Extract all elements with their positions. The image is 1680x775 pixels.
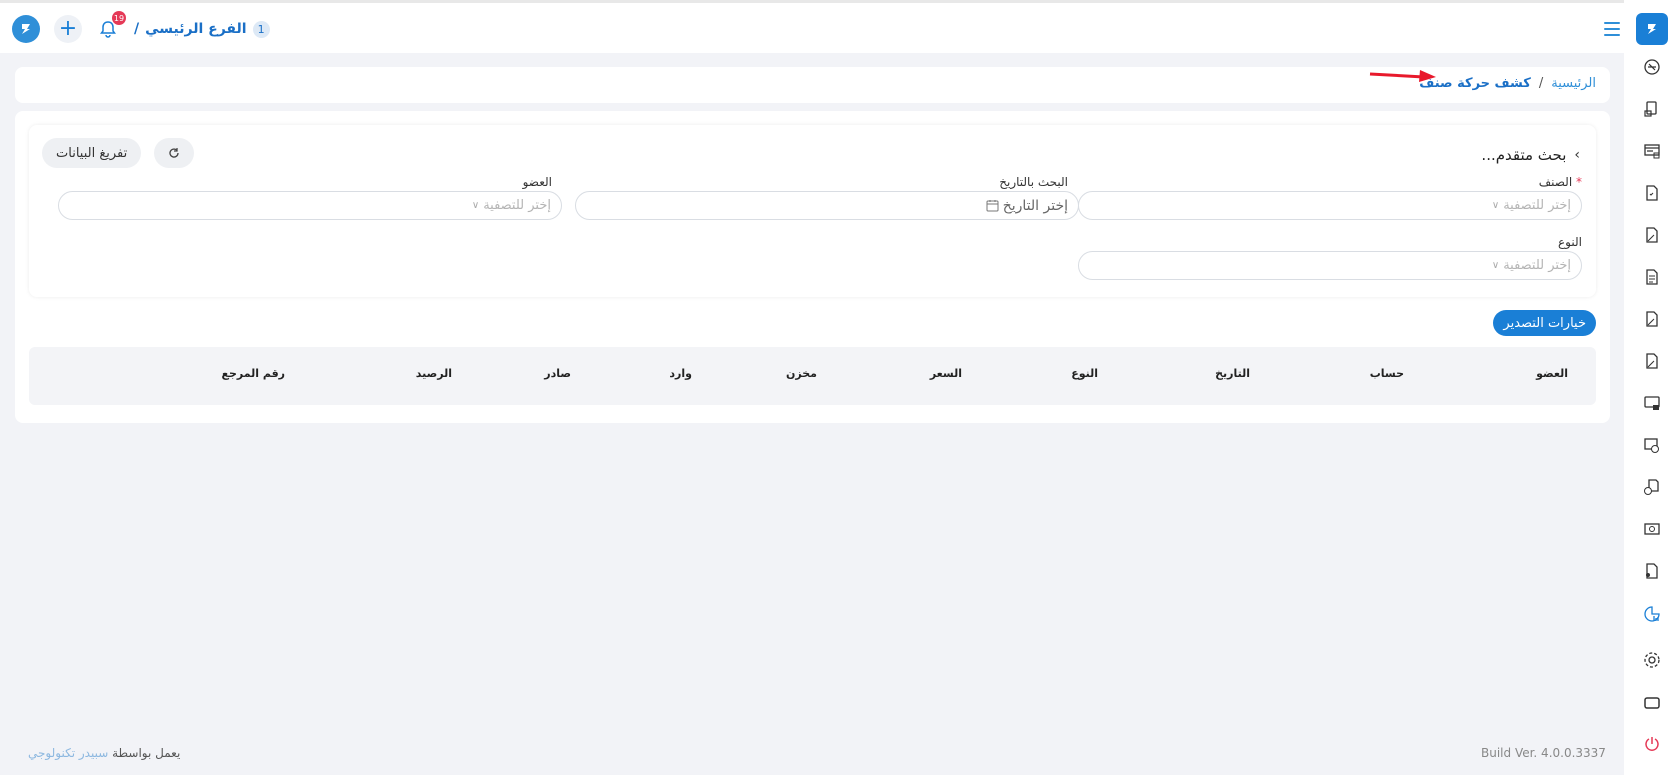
chevron-left-icon: ›	[1574, 147, 1580, 163]
chart-icon[interactable]	[1642, 604, 1662, 624]
date-picker-placeholder: إختر التاريخ	[1002, 197, 1068, 214]
sidebar-logo[interactable]	[1636, 13, 1668, 45]
item-select-placeholder: إختر للتصفية	[1503, 198, 1571, 213]
column-header-type[interactable]: النوع	[1071, 367, 1098, 380]
column-header-store[interactable]: مخزن	[786, 367, 817, 380]
annotation-arrow	[1369, 70, 1436, 82]
breadcrumb-home-link[interactable]: الرئيسية	[1551, 76, 1596, 91]
dashboard-icon[interactable]	[1642, 57, 1662, 77]
column-header-member[interactable]: العضو	[1536, 367, 1568, 380]
add-button[interactable]: +	[54, 15, 82, 43]
money-add-icon[interactable]	[1642, 435, 1662, 455]
branch-separator: /	[134, 21, 140, 37]
settings-icon[interactable]	[1642, 650, 1662, 670]
advanced-search-title: بحث متقدم...	[1481, 146, 1567, 164]
type-field-label: النوع	[1558, 235, 1582, 249]
build-version: Build Ver. 4.0.0.3337	[1481, 746, 1606, 760]
column-header-reference[interactable]: رقم المرجع	[221, 367, 285, 380]
refresh-icon	[169, 148, 179, 158]
top-bar: + 19 1 الفرع الرئيسي /	[0, 0, 1680, 53]
menu-toggle-icon[interactable]	[1604, 22, 1620, 36]
power-icon[interactable]	[1642, 734, 1662, 754]
member-select[interactable]: إختر للتصفية ∨	[58, 191, 562, 220]
required-marker: *	[1576, 175, 1582, 189]
document-icon[interactable]	[1642, 183, 1662, 203]
cash-icon[interactable]	[1642, 519, 1662, 539]
date-field-label: البحث بالتاريخ	[999, 175, 1068, 189]
add-document-icon[interactable]	[1642, 477, 1662, 497]
app-logo[interactable]	[12, 15, 40, 43]
chevron-down-icon: ∨	[1491, 200, 1500, 211]
chevron-down-icon: ∨	[471, 200, 480, 211]
main-content-card: › بحث متقدم... تفريغ البيانات * الصنف إخ…	[15, 111, 1610, 423]
branch-selector[interactable]: 1 الفرع الرئيسي /	[134, 20, 270, 38]
column-header-date[interactable]: التاريخ	[1215, 367, 1250, 380]
screen-icon[interactable]	[1642, 393, 1662, 413]
edit-document-icon[interactable]	[1642, 225, 1662, 245]
edit-document-icon[interactable]	[1642, 309, 1662, 329]
export-options-button[interactable]: خيارات التصدير	[1493, 310, 1596, 336]
member-field-label: العضو	[522, 175, 552, 189]
type-select-placeholder: إختر للتصفية	[1503, 258, 1571, 273]
advanced-search-toggle[interactable]: › بحث متقدم...	[1481, 146, 1580, 164]
window-icon[interactable]	[1642, 693, 1662, 713]
column-header-price[interactable]: السعر	[930, 367, 962, 380]
item-field-label: * الصنف	[1539, 175, 1582, 189]
item-select[interactable]: إختر للتصفية ∨	[1078, 191, 1582, 220]
calendar-icon	[986, 200, 999, 212]
pos-icon[interactable]	[1642, 141, 1662, 161]
sidebar	[1624, 0, 1680, 775]
column-header-account[interactable]: حساب	[1370, 367, 1404, 380]
breadcrumb: الرئيسية / كشف حركة صنف	[1419, 76, 1596, 91]
invoice-icon[interactable]	[1642, 99, 1662, 119]
branch-name: الفرع الرئيسي	[145, 21, 247, 37]
notification-badge: 19	[112, 11, 126, 25]
table-header: العضو حساب التاريخ النوع السعر مخزن وارد…	[29, 347, 1596, 405]
top-bar-actions: + 19 1 الفرع الرئيسي /	[12, 11, 270, 43]
branch-number-badge: 1	[252, 20, 270, 38]
member-select-placeholder: إختر للتصفية	[483, 198, 551, 213]
item-label-text: الصنف	[1538, 175, 1573, 189]
company-link[interactable]: سبيدر تكنولوجي	[28, 746, 108, 760]
advanced-search-panel: › بحث متقدم... تفريغ البيانات * الصنف إخ…	[29, 125, 1596, 297]
column-header-balance[interactable]: الرصيد	[416, 367, 452, 380]
report-document-icon[interactable]	[1642, 267, 1662, 287]
notifications-button[interactable]: 19	[96, 11, 126, 41]
user-document-icon[interactable]	[1642, 561, 1662, 581]
date-picker-input[interactable]: إختر التاريخ	[575, 191, 1079, 220]
column-header-incoming[interactable]: وارد	[669, 367, 692, 380]
type-select[interactable]: إختر للتصفية ∨	[1078, 251, 1582, 280]
edit-document-icon[interactable]	[1642, 351, 1662, 371]
refresh-button[interactable]	[154, 138, 194, 168]
breadcrumb-separator: /	[1538, 76, 1544, 91]
column-header-outgoing[interactable]: صادر	[544, 367, 571, 380]
powered-by: يعمل بواسطة سبيدر تكنولوجي	[28, 746, 180, 760]
chevron-down-icon: ∨	[1491, 260, 1500, 271]
clear-data-button[interactable]: تفريغ البيانات	[42, 138, 142, 168]
powered-by-prefix: يعمل بواسطة	[112, 746, 181, 760]
